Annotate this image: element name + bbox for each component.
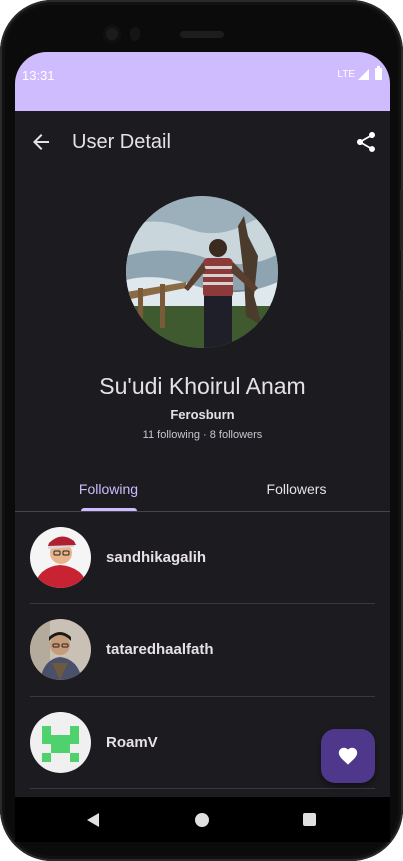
front-sensor xyxy=(130,27,140,41)
nav-home-icon[interactable] xyxy=(195,813,209,827)
tab-indicator xyxy=(81,508,137,511)
user-login: tataredhaalfath xyxy=(106,641,214,658)
arrow-back-icon xyxy=(33,134,49,150)
status-time: 13:31 xyxy=(22,68,55,83)
user-login: sandhikagalih xyxy=(106,549,207,566)
tab-following[interactable]: Following xyxy=(15,467,202,511)
app-bar: User Detail xyxy=(15,111,390,175)
back-button[interactable] xyxy=(29,130,53,154)
screen: 13:31 LTE User Detail Su'udi Khoirul Ana… xyxy=(15,52,390,842)
earpiece-speaker xyxy=(180,31,224,38)
profile-photo-image xyxy=(126,196,278,348)
nav-recents-icon[interactable] xyxy=(303,813,316,826)
profile-username: Ferosburn xyxy=(170,407,235,422)
tab-followers[interactable]: Followers xyxy=(203,467,390,511)
share-icon xyxy=(357,132,375,152)
front-camera xyxy=(103,25,121,43)
battery-icon xyxy=(375,66,382,80)
avatar-image xyxy=(30,527,91,588)
status-indicators: LTE xyxy=(337,66,382,80)
avatar xyxy=(30,619,91,680)
favorite-button[interactable] xyxy=(321,729,375,783)
list-item[interactable]: sandhikagalih xyxy=(15,512,390,604)
user-login: RoamV xyxy=(106,734,158,751)
phone-frame: 13:31 LTE User Detail Su'udi Khoirul Ana… xyxy=(0,0,403,861)
heart-icon xyxy=(338,747,358,765)
nav-back-icon[interactable] xyxy=(87,813,99,827)
list-item[interactable]: tataredhaalfath xyxy=(15,604,390,696)
avatar-image xyxy=(30,619,91,680)
avatar xyxy=(30,712,91,773)
profile-name: Su'udi Khoirul Anam xyxy=(99,373,306,399)
avatar xyxy=(30,527,91,588)
tab-bar: Following Followers xyxy=(15,467,390,512)
page-title: User Detail xyxy=(72,131,171,153)
signal-icon xyxy=(358,68,369,80)
share-button[interactable] xyxy=(354,130,378,154)
divider xyxy=(30,788,375,789)
system-nav-bar xyxy=(15,797,390,842)
profile-stats: 11 following · 8 followers xyxy=(142,429,263,441)
identicon-image xyxy=(30,712,91,773)
profile-avatar xyxy=(126,196,278,348)
network-label: LTE xyxy=(337,68,355,80)
status-bar: 13:31 LTE xyxy=(15,52,390,111)
